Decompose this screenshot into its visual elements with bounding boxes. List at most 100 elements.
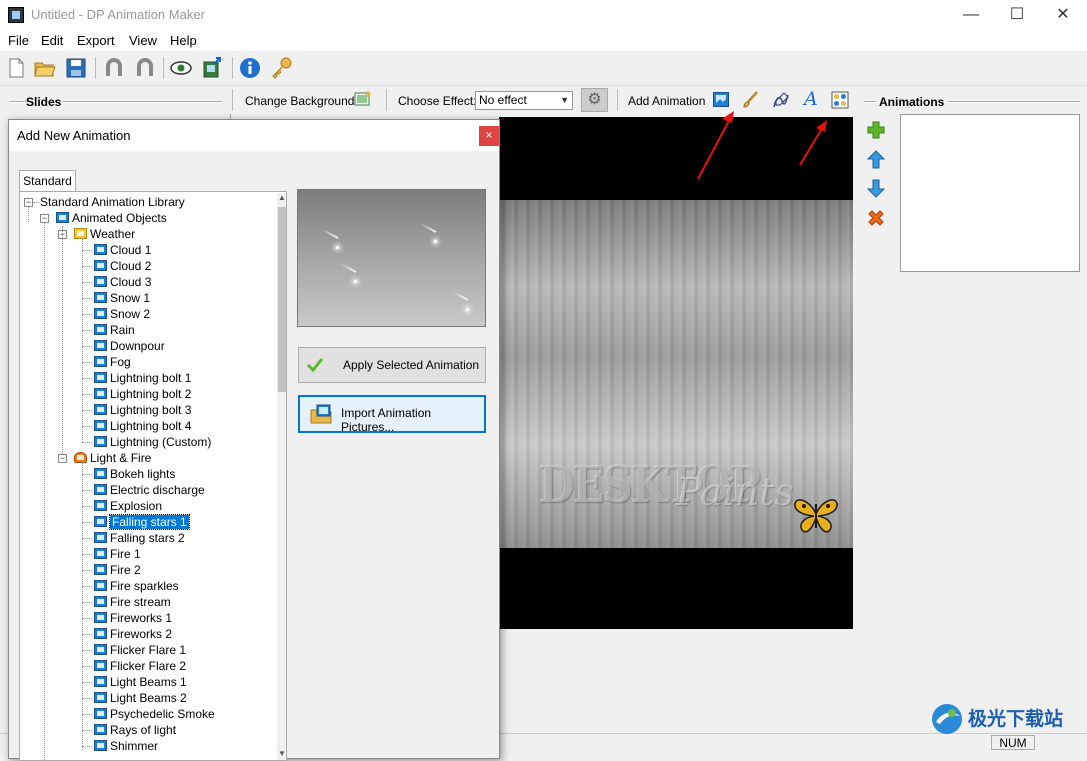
open-icon[interactable]	[33, 56, 57, 80]
menu-file[interactable]: File	[8, 33, 29, 48]
tree-item[interactable]: Lightning bolt 3	[94, 402, 191, 418]
tree-scroll-thumb[interactable]	[278, 207, 286, 392]
move-down-icon[interactable]	[867, 179, 885, 198]
tree-item-label: Lightning bolt 1	[110, 371, 192, 385]
tree-item[interactable]: Lightning bolt 1	[94, 370, 191, 386]
tree-item[interactable]: Cloud 2	[94, 258, 151, 274]
apply-selected-animation-button[interactable]: Apply Selected Animation	[298, 347, 486, 383]
brush-icon[interactable]	[741, 91, 759, 109]
tree-item[interactable]: Flicker Flare 2	[94, 658, 186, 674]
maximize-button[interactable]: ☐	[994, 0, 1040, 30]
tree-item[interactable]: Cloud 1	[94, 242, 151, 258]
undo-icon[interactable]	[102, 56, 126, 80]
tree-node-root[interactable]: Standard Animation Library	[40, 194, 185, 210]
tree-scrollbar[interactable]: ▲ ▼	[277, 193, 286, 760]
tree-item[interactable]: Fire sparkles	[94, 578, 179, 594]
tree-item-label: Falling stars 1	[109, 514, 190, 530]
add-animation-plus-icon[interactable]	[867, 121, 885, 139]
tree-item[interactable]: Snow 1	[94, 290, 150, 306]
slides-label: Slides	[26, 95, 62, 109]
tree-item[interactable]: Lightning bolt 2	[94, 386, 191, 402]
tree-item[interactable]: Electric discharge	[94, 482, 205, 498]
menu-export[interactable]: Export	[77, 33, 115, 48]
tree-item[interactable]: Light Beams 1	[94, 674, 187, 690]
tree-item[interactable]: Fireworks 2	[94, 626, 172, 642]
apply-button-label: Apply Selected Animation	[343, 358, 480, 372]
tree-node-animated-objects[interactable]: Animated Objects	[56, 210, 167, 226]
delete-icon[interactable]	[867, 209, 885, 227]
info-icon[interactable]	[238, 56, 262, 80]
animations-grip-line	[948, 101, 1080, 103]
animation-library-tree[interactable]: − Standard Animation Library − Animated Obj…	[19, 191, 287, 761]
red-arrow-annotation	[799, 120, 827, 166]
text-animation-icon[interactable]: A	[804, 88, 818, 110]
widgets-icon[interactable]	[831, 91, 849, 109]
tree-item-label: Fog	[110, 355, 131, 369]
tree-item[interactable]: Downpour	[94, 338, 165, 354]
animation-icon	[94, 612, 107, 624]
save-icon[interactable]	[64, 56, 88, 80]
tree-item[interactable]: Falling stars 1	[94, 514, 190, 530]
animations-list[interactable]	[900, 114, 1080, 272]
tree-connector	[28, 206, 29, 222]
tree-item[interactable]: Rain	[94, 322, 135, 338]
redo-icon[interactable]	[133, 56, 157, 80]
move-up-icon[interactable]	[867, 150, 885, 169]
tree-item[interactable]: Lightning (Custom)	[94, 434, 211, 450]
tree-item-label: Snow 2	[110, 307, 151, 321]
falling-star-streak	[354, 280, 357, 283]
tree-item[interactable]: Fire 1	[94, 546, 141, 562]
tree-item-label: Light & Fire	[90, 451, 152, 465]
key-icon[interactable]	[270, 56, 294, 80]
tree-connector	[82, 714, 92, 715]
tree-item[interactable]: Flicker Flare 1	[94, 642, 186, 658]
export-icon[interactable]	[200, 56, 224, 80]
tree-item[interactable]: Cloud 3	[94, 274, 151, 290]
tree-item[interactable]: Fire 2	[94, 562, 141, 578]
tree-item[interactable]: Snow 2	[94, 306, 150, 322]
tree-node-light-fire[interactable]: Light & Fire	[74, 450, 151, 466]
effect-select[interactable]: No effect ▼	[475, 91, 573, 110]
tree-item[interactable]: Light Beams 2	[94, 690, 187, 706]
scroll-up-icon[interactable]: ▲	[278, 193, 286, 202]
menu-help[interactable]: Help	[170, 33, 197, 48]
tree-item[interactable]: Lightning bolt 4	[94, 418, 191, 434]
tree-node-weather[interactable]: Weather	[74, 226, 135, 242]
new-icon[interactable]	[4, 56, 28, 80]
tree-connector	[82, 650, 92, 651]
tree-connector	[82, 346, 92, 347]
tab-standard[interactable]: Standard	[19, 170, 76, 192]
choose-effect-label: Choose Effect:	[398, 94, 477, 108]
animated-objects-icon	[56, 212, 69, 224]
draw-path-icon[interactable]	[772, 91, 790, 109]
minimize-button[interactable]: —	[948, 0, 994, 30]
tree-item[interactable]: Fireworks 1	[94, 610, 172, 626]
menu-view[interactable]: View	[129, 33, 157, 48]
scroll-down-icon[interactable]: ▼	[278, 749, 286, 758]
animation-icon	[94, 628, 107, 640]
import-animation-pictures-button[interactable]: Import Animation Pictures...	[298, 395, 486, 434]
tree-item[interactable]: Fog	[94, 354, 131, 370]
falling-star-streak	[466, 308, 469, 311]
dialog-close-button[interactable]: ×	[479, 126, 499, 146]
close-button[interactable]: ✕	[1040, 0, 1086, 30]
tree-item[interactable]: Explosion	[94, 498, 162, 514]
menu-edit[interactable]: Edit	[41, 33, 63, 48]
tree-expander-light-fire[interactable]: −	[58, 454, 67, 463]
tree-connector	[82, 666, 92, 667]
watermark-logo-script: Paints	[676, 470, 794, 514]
tree-connector	[82, 682, 92, 683]
toolbar	[0, 51, 1087, 86]
tree-item[interactable]: Psychedelic Smoke	[94, 706, 215, 722]
tree-item[interactable]: Rays of light	[94, 722, 176, 738]
tree-item[interactable]: Falling stars 2	[94, 530, 185, 546]
tree-item[interactable]: Fire stream	[94, 594, 171, 610]
tree-item[interactable]: Bokeh lights	[94, 466, 175, 482]
tree-connector	[82, 602, 92, 603]
animation-icon	[94, 676, 107, 688]
effect-settings-button[interactable]: ⚙	[581, 88, 608, 112]
tree-connector	[82, 426, 92, 427]
preview-icon[interactable]	[169, 56, 193, 80]
tree-item-label: Fire 2	[110, 563, 141, 577]
background-image-icon[interactable]	[354, 90, 372, 108]
